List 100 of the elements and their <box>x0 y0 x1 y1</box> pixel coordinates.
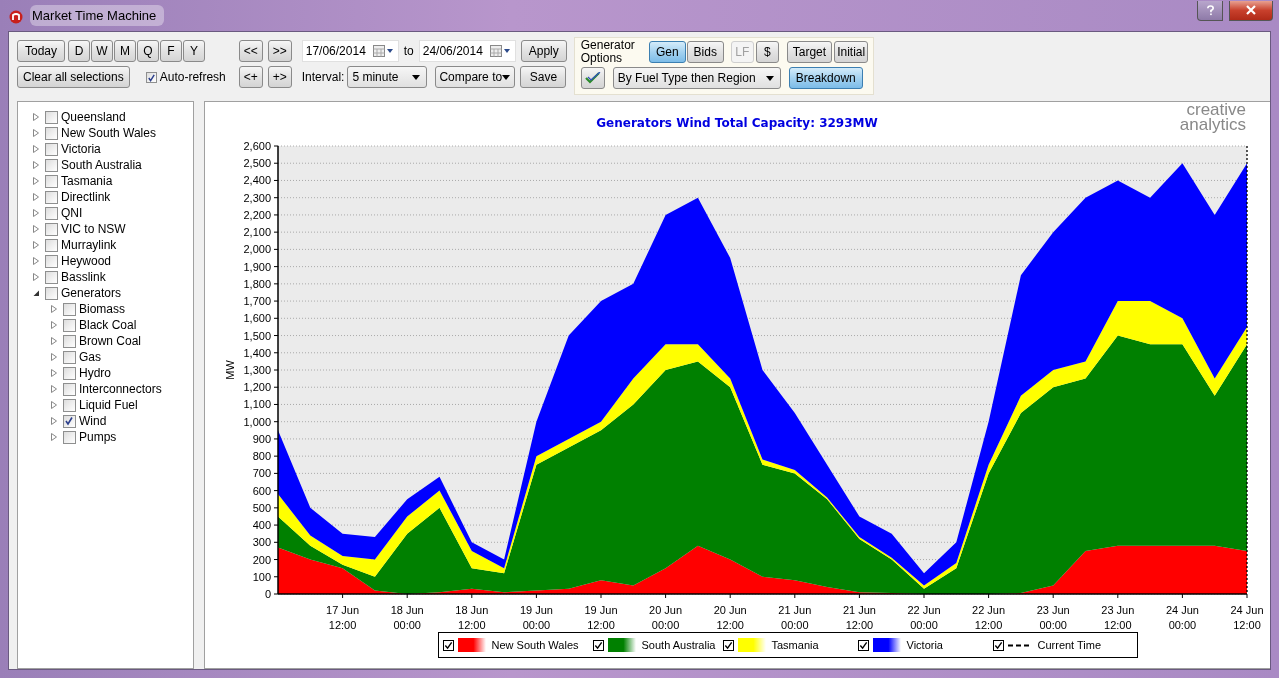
target-button[interactable]: Target <box>786 41 833 63</box>
checkbox[interactable] <box>63 382 76 396</box>
calendar-dropdown-icon[interactable] <box>489 45 512 57</box>
date-field[interactable]: 17/06/2014 <box>301 40 399 62</box>
checkbox[interactable] <box>63 414 76 428</box>
tree-item[interactable]: Generators <box>61 286 122 300</box>
checkbox[interactable] <box>45 110 58 124</box>
x-tick-label: 18 Jun 12:00 <box>455 604 489 631</box>
legend-checkbox[interactable] <box>442 639 454 651</box>
navigation-button[interactable]: << <box>238 40 263 62</box>
date-field[interactable]: 24/06/2014 <box>418 40 516 62</box>
checkbox-label: Auto-refresh <box>159 70 226 84</box>
tree-item[interactable]: Directlink <box>61 190 111 204</box>
checkbox[interactable] <box>45 142 58 156</box>
navigation-button[interactable]: <+ <box>238 66 263 88</box>
checkbox[interactable] <box>63 350 76 364</box>
checkbox[interactable] <box>45 270 58 284</box>
tree-item[interactable]: Queensland <box>61 110 126 124</box>
checkbox[interactable] <box>45 238 58 252</box>
checkbox[interactable] <box>45 286 58 300</box>
tree-item[interactable]: QNI <box>61 206 83 220</box>
checkbox[interactable] <box>45 190 58 204</box>
tree-item[interactable]: New South Wales <box>61 126 156 140</box>
y-tick-label: 2,300 <box>243 191 271 204</box>
clear-selections-button[interactable]: Clear all selections <box>17 66 130 88</box>
interval-dropdown[interactable]: 5 minute <box>347 66 428 88</box>
tree-item[interactable]: Heywood <box>61 254 112 268</box>
save-button[interactable]: Save <box>520 66 567 88</box>
checkbox[interactable] <box>63 302 76 316</box>
x-tick-label: 24 Jun 00:00 <box>1165 604 1199 631</box>
legend-label: Tasmania <box>771 639 819 651</box>
tree-item[interactable]: South Australia <box>61 158 142 172</box>
period-button[interactable]: D <box>68 40 90 62</box>
tree-item[interactable]: Black Coal <box>79 318 137 332</box>
y-tick-label: 200 <box>252 553 271 566</box>
y-tick-label: 2,400 <box>243 174 271 187</box>
legend-checkbox[interactable] <box>592 639 604 651</box>
legend-checkbox[interactable] <box>992 639 1004 651</box>
close-button[interactable] <box>1229 0 1273 21</box>
tree-item[interactable]: Biomass <box>79 302 125 316</box>
y-tick-label: 2,000 <box>243 243 271 256</box>
y-tick-label: 1,900 <box>243 260 271 273</box>
legend-checkbox[interactable] <box>722 639 734 651</box>
checkbox[interactable] <box>63 334 76 348</box>
checkbox[interactable] <box>63 430 76 444</box>
tree-item[interactable]: Murraylink <box>61 238 117 252</box>
navigation-button[interactable]: +> <box>267 66 292 88</box>
y-tick-label: 1,600 <box>243 312 271 325</box>
y-tick-label: 0 <box>264 588 271 600</box>
checkbox[interactable] <box>145 71 157 83</box>
period-button[interactable]: F <box>160 40 182 62</box>
tree-item[interactable]: Gas <box>79 350 101 364</box>
tree-item[interactable]: VIC to NSW <box>61 222 126 236</box>
tree-item[interactable]: Wind <box>79 414 107 428</box>
checkbox[interactable] <box>45 222 58 236</box>
mode-button[interactable]: Gen <box>648 41 686 63</box>
help-button[interactable] <box>1197 0 1223 21</box>
breakdown-button[interactable]: Breakdown <box>788 67 863 89</box>
checkbox[interactable] <box>63 366 76 380</box>
option-button[interactable]: $ <box>755 41 779 63</box>
x-tick-label: 20 Jun 12:00 <box>713 604 747 631</box>
period-button[interactable]: Y <box>183 40 205 62</box>
tree-item[interactable]: Victoria <box>61 142 101 156</box>
checkbox[interactable] <box>63 318 76 332</box>
date-separator: to <box>403 44 414 58</box>
caret-icon <box>502 74 511 80</box>
period-button[interactable]: W <box>91 40 113 62</box>
legend-label: Victoria <box>906 639 943 651</box>
dashed-line-icon <box>1007 643 1032 647</box>
checkbox[interactable] <box>45 174 58 188</box>
tree-item[interactable]: Liquid Fuel <box>79 398 138 412</box>
apply-button[interactable]: Apply <box>520 40 567 62</box>
compare-dropdown[interactable]: Compare to <box>435 66 516 88</box>
initial-button[interactable]: Initial <box>834 41 869 63</box>
calendar-dropdown-icon[interactable] <box>372 45 395 57</box>
tree-item[interactable]: Interconnectors <box>79 382 162 396</box>
tree-item[interactable]: Brown Coal <box>79 334 142 348</box>
period-button[interactable]: M <box>114 40 136 62</box>
checkbox[interactable] <box>45 126 58 140</box>
y-tick-label: 2,200 <box>243 208 271 221</box>
x-tick-label: 21 Jun 00:00 <box>778 604 812 631</box>
mode-button[interactable]: Bids <box>686 41 724 63</box>
tree-item[interactable]: Tasmania <box>61 174 113 188</box>
period-button[interactable]: Today <box>17 40 65 62</box>
checkbox[interactable] <box>63 398 76 412</box>
tree-item[interactable]: Hydro <box>79 366 111 380</box>
checkbox[interactable] <box>45 206 58 220</box>
grouping-dropdown[interactable]: By Fuel Type then Region <box>612 67 781 89</box>
expander-icon[interactable] <box>32 289 40 297</box>
y-tick-label: 100 <box>252 570 271 583</box>
legend-checkbox[interactable] <box>857 639 869 651</box>
checkbox[interactable] <box>45 254 58 268</box>
y-tick-label: 1,000 <box>243 415 271 428</box>
period-button[interactable]: Q <box>137 40 159 62</box>
select-all-button[interactable] <box>580 67 605 89</box>
interval-label: Interval: <box>301 70 345 84</box>
checkbox[interactable] <box>45 158 58 172</box>
tree-item[interactable]: Basslink <box>61 270 106 284</box>
tree-item[interactable]: Pumps <box>79 430 117 444</box>
navigation-button[interactable]: >> <box>267 40 292 62</box>
